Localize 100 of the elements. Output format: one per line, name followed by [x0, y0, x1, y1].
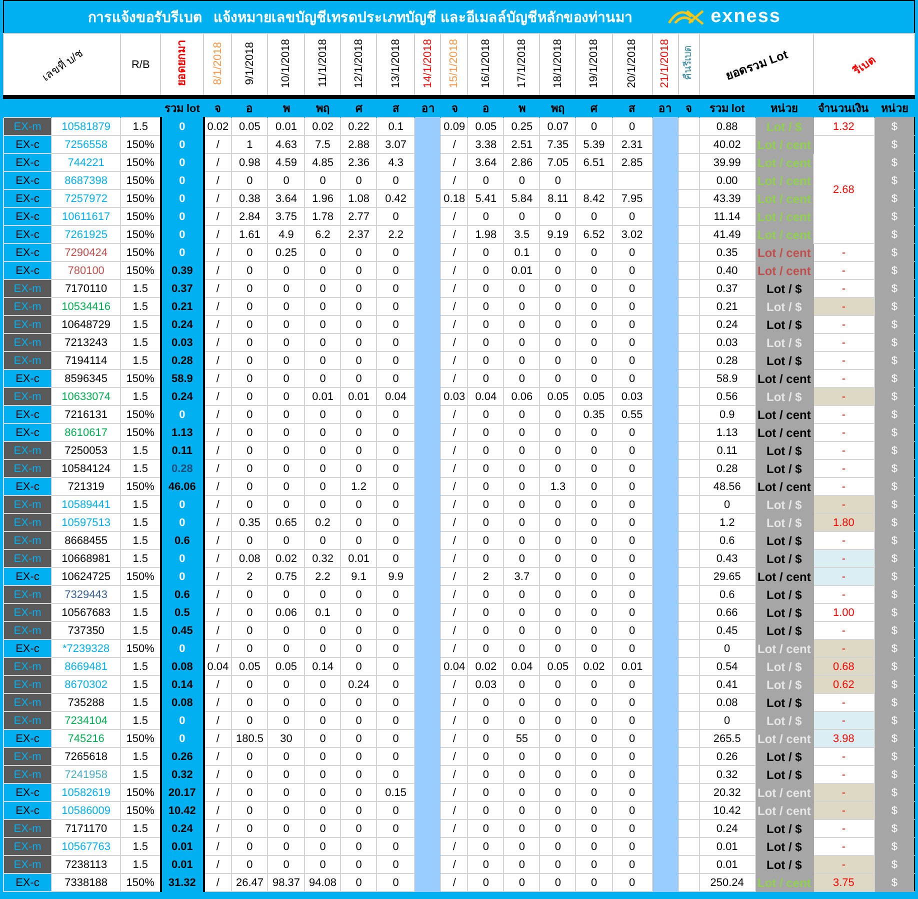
day-header: ศ — [590, 103, 598, 115]
total-lot-cell: 0.28 — [699, 460, 756, 478]
rebate-amount-cell: - — [813, 496, 874, 514]
table-cell: 2 — [468, 568, 504, 586]
table-cell: 0 — [268, 640, 305, 658]
table-cell: 0 — [340, 370, 377, 388]
rebate-amount-cell: - — [813, 622, 874, 640]
table-cell: 0 — [376, 802, 415, 820]
table-cell: 0 — [504, 478, 540, 496]
table-cell: 0 — [268, 460, 305, 478]
table-cell: 0 — [304, 820, 341, 838]
day-header: จ — [686, 103, 692, 115]
table-cell: 0 — [576, 748, 612, 766]
table-cell: 0 — [268, 478, 305, 496]
table-cell: 0 — [612, 514, 652, 532]
rebate-amount-cell: - — [813, 298, 874, 316]
carried-lot-cell: 0 — [160, 406, 204, 424]
account-type-cell: EX-m — [4, 460, 52, 478]
table-cell: 26.47 — [232, 874, 268, 892]
account-type-cell: EX-c — [4, 190, 52, 208]
table-cell: 0.42 — [376, 190, 415, 208]
table-cell: 2.77 — [340, 208, 377, 226]
table-cell: 0 — [468, 208, 504, 226]
table-cell: 0 — [612, 874, 652, 892]
table-cell: 0 — [468, 856, 504, 874]
table-cell: 0 — [576, 622, 612, 640]
table-cell: 0 — [540, 208, 576, 226]
table-cell: 2.86 — [504, 154, 540, 172]
table-cell: 0 — [232, 442, 268, 460]
table-cell: 0 — [340, 406, 377, 424]
rebate-amount-cell: - — [813, 532, 874, 550]
table-cell: 1.98 — [468, 226, 504, 244]
total-lot-cell: 29.65 — [699, 568, 756, 586]
table-cell: 0 — [340, 838, 377, 856]
currency-cell: $ — [874, 118, 914, 136]
account-number-cell: 10581879 — [52, 118, 121, 136]
table-cell: 0 — [504, 550, 540, 568]
currency-cell: $ — [874, 838, 914, 856]
table-cell: 0 — [612, 640, 652, 658]
currency-cell: $ — [874, 316, 914, 334]
account-type-cell: EX-c — [4, 154, 52, 172]
table-cell: 0 — [576, 424, 612, 442]
unit-cell: Lot / $ — [755, 388, 814, 406]
table-cell: 0 — [504, 640, 540, 658]
account-number-cell: 10633074 — [52, 388, 121, 406]
table-cell: 3.64 — [468, 154, 504, 172]
table-cell: 0 — [504, 352, 540, 370]
table-cell: 0 — [232, 694, 268, 712]
table-cell: 0 — [540, 334, 576, 352]
table-cell: 0 — [540, 298, 576, 316]
account-number-cell: 10597513 — [52, 514, 121, 532]
table-cell: 0 — [576, 496, 612, 514]
unit-cell: Lot / $ — [755, 586, 814, 604]
carried-lot-cell: 0.21 — [160, 298, 204, 316]
total-lot-cell: 1.2 — [699, 514, 756, 532]
unit-cell: Lot / $ — [755, 550, 814, 568]
table-cell: 4.63 — [268, 136, 305, 154]
total-lot-cell: 0.9 — [699, 406, 756, 424]
table-cell: 150% — [120, 640, 161, 658]
table-cell: 2.51 — [504, 136, 540, 154]
carried-lot-cell: 0.28 — [160, 352, 204, 370]
table-cell: 0 — [232, 334, 268, 352]
table-cell: 0 — [576, 334, 612, 352]
table-cell: / — [440, 442, 468, 460]
table-cell: 1.96 — [304, 190, 341, 208]
account-number-cell: 7194114 — [52, 352, 121, 370]
carried-lot-cell: 46.06 — [160, 478, 204, 496]
table-cell: 6.2 — [304, 226, 341, 244]
unit-cell: Lot / $ — [755, 820, 814, 838]
table-cell: / — [440, 424, 468, 442]
account-type-cell: EX-c — [4, 226, 52, 244]
account-type-cell: EX-m — [4, 352, 52, 370]
unit-cell: Lot / $ — [755, 532, 814, 550]
table-cell: 0.04 — [504, 658, 540, 676]
table-cell: 0 — [504, 802, 540, 820]
table-cell: 150% — [120, 154, 161, 172]
table-cell: 0 — [576, 208, 612, 226]
table-cell: / — [440, 298, 468, 316]
table-cell: 0 — [576, 640, 612, 658]
carried-lot-cell: 0.08 — [160, 658, 204, 676]
table-cell: / — [440, 514, 468, 532]
table-cell: 0 — [576, 766, 612, 784]
table-cell: 1.5 — [120, 658, 161, 676]
table-cell: 0 — [268, 586, 305, 604]
account-number-cell: 7234104 — [52, 712, 121, 730]
table-cell: 0 — [540, 820, 576, 838]
table-cell: 0 — [268, 388, 305, 406]
table-cell: / — [440, 154, 468, 172]
date-header: 16/1/2018 — [480, 38, 492, 88]
table-cell: 0 — [504, 442, 540, 460]
account-type-cell: EX-m — [4, 694, 52, 712]
table-cell: / — [440, 478, 468, 496]
currency-cell: $ — [874, 730, 914, 748]
currency-cell: $ — [874, 676, 914, 694]
table-cell: 0 — [612, 586, 652, 604]
total-lot-cell: 0.03 — [699, 334, 756, 352]
account-type-cell: EX-m — [4, 388, 52, 406]
account-type-cell: EX-m — [4, 748, 52, 766]
table-cell: 0 — [540, 640, 576, 658]
table-cell: 0 — [376, 370, 415, 388]
